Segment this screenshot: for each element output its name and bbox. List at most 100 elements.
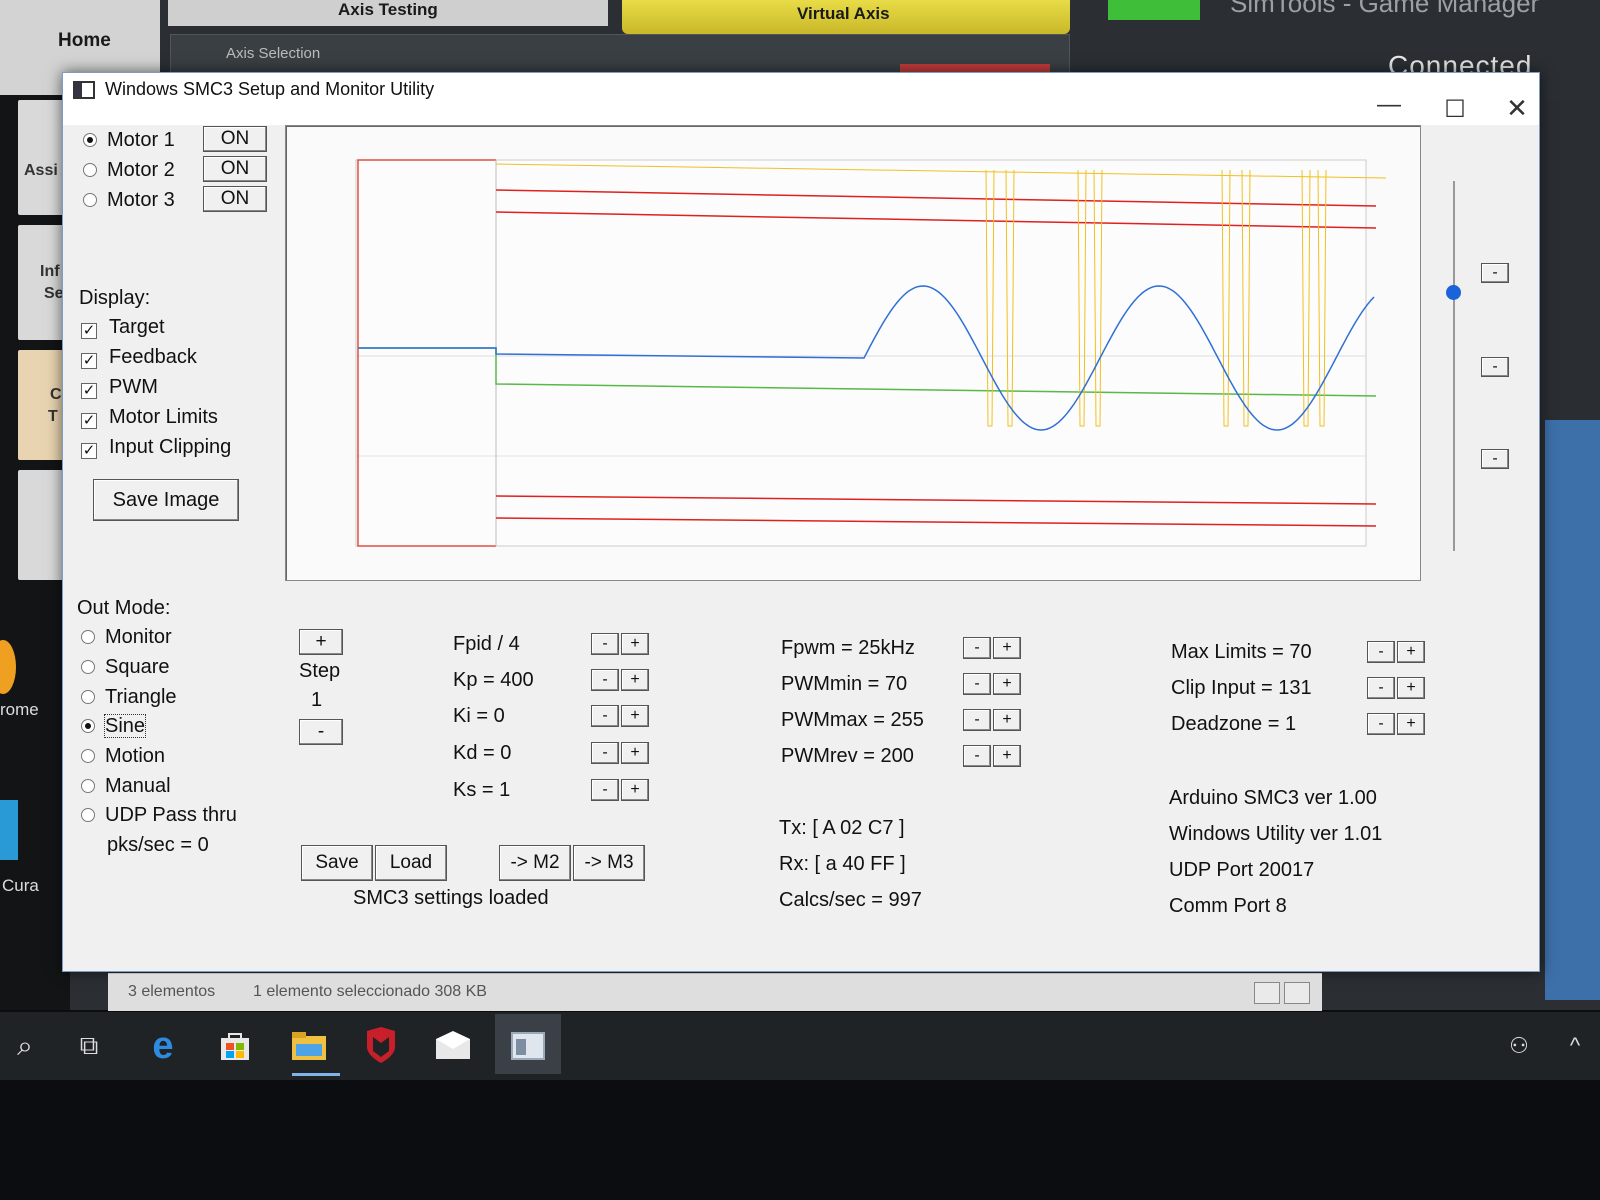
position-slider-track[interactable] <box>1453 181 1455 551</box>
save-settings-button[interactable]: Save <box>301 845 373 881</box>
pwm-rev-increase-button[interactable]: + <box>993 745 1021 767</box>
out-mode-udp-radio[interactable]: UDP Pass thru <box>81 804 237 827</box>
task-view-icon[interactable]: ⧉ <box>64 1018 114 1074</box>
motor-1-on-button[interactable]: ON <box>203 126 267 152</box>
pwm-min-decrease-button[interactable]: - <box>963 673 991 695</box>
background-app-title: SimTools - Game Manager <box>1230 0 1540 18</box>
large-icons-view-icon[interactable] <box>1284 982 1310 1004</box>
deadzone-increase-button[interactable]: + <box>1397 713 1425 735</box>
step-plus-button[interactable]: + <box>299 629 343 655</box>
fpid-decrease-button[interactable]: - <box>591 633 619 655</box>
minimize-button[interactable]: — <box>1369 91 1409 119</box>
background-tab-axis-testing[interactable]: Axis Testing <box>168 0 608 26</box>
motor-2-radio[interactable]: Motor 2 <box>83 159 175 182</box>
fpid-increase-button[interactable]: + <box>621 633 649 655</box>
mail-icon[interactable] <box>428 1018 478 1074</box>
motor-2-on-button[interactable]: ON <box>203 156 267 182</box>
slider-minus-button-3[interactable]: - <box>1481 449 1509 469</box>
copy-to-m3-button[interactable]: -> M3 <box>573 845 645 881</box>
out-mode-manual-radio[interactable]: Manual <box>81 775 171 798</box>
display-motor-limits-checkbox[interactable]: ✓ Motor Limits <box>81 406 218 429</box>
fpwm-increase-button[interactable]: + <box>993 637 1021 659</box>
search-icon[interactable]: ⌕ <box>0 1018 50 1074</box>
out-mode-square-radio[interactable]: Square <box>81 656 170 679</box>
display-feedback-checkbox[interactable]: ✓ Feedback <box>81 346 197 369</box>
monitor-graph-canvas <box>355 159 1387 547</box>
background-right-panel-dark <box>1545 100 1600 420</box>
deadzone-decrease-button[interactable]: - <box>1367 713 1395 735</box>
clip-input-decrease-button[interactable]: - <box>1367 677 1395 699</box>
background-label: C <box>50 386 62 403</box>
out-mode-monitor-radio[interactable]: Monitor <box>81 626 172 649</box>
radio-label: Square <box>105 656 170 678</box>
radio-label: Sine <box>103 714 147 738</box>
slider-minus-button-1[interactable]: - <box>1481 263 1509 283</box>
out-mode-sine-radio[interactable]: Sine <box>81 714 147 738</box>
tx-readout: Tx: [ A 02 C7 ] <box>779 817 905 839</box>
radio-indicator <box>83 133 97 147</box>
checkbox-checked-icon: ✓ <box>81 412 97 429</box>
close-button[interactable]: ✕ <box>1497 93 1537 124</box>
axis-selection-label: Axis Selection <box>226 45 321 62</box>
mcafee-icon[interactable] <box>356 1018 406 1074</box>
position-slider-thumb[interactable] <box>1446 285 1461 300</box>
maximize-button[interactable]: ☐ <box>1435 95 1475 124</box>
load-settings-button[interactable]: Load <box>375 845 447 881</box>
display-target-checkbox[interactable]: ✓ Target <box>81 316 165 339</box>
checkbox-label: Input Clipping <box>109 436 232 458</box>
show-hidden-icons-chevron-icon[interactable]: ^ <box>1550 1018 1600 1074</box>
display-pwm-checkbox[interactable]: ✓ PWM <box>81 376 158 399</box>
desktop-label-chrome: rome <box>0 700 39 719</box>
max-limits-decrease-button[interactable]: - <box>1367 641 1395 663</box>
clip-input-increase-button[interactable]: + <box>1397 677 1425 699</box>
pwm-max-decrease-button[interactable]: - <box>963 709 991 731</box>
edge-icon[interactable]: e <box>138 1018 188 1074</box>
ks-decrease-button[interactable]: - <box>591 779 619 801</box>
pwm-min-increase-button[interactable]: + <box>993 673 1021 695</box>
ki-increase-button[interactable]: + <box>621 705 649 727</box>
settings-status-message: SMC3 settings loaded <box>353 887 549 909</box>
background-tab-virtual-axis[interactable]: Virtual Axis <box>622 0 1070 34</box>
checkbox-label: Feedback <box>109 346 197 368</box>
kd-increase-button[interactable]: + <box>621 742 649 764</box>
radio-label: Motion <box>105 745 166 767</box>
kp-increase-button[interactable]: + <box>621 669 649 691</box>
radio-indicator <box>83 163 97 177</box>
file-explorer-icon[interactable] <box>284 1018 334 1074</box>
pwm-rev-decrease-button[interactable]: - <box>963 745 991 767</box>
clip-input-value: Clip Input = 131 <box>1171 677 1312 699</box>
background-label: Inf <box>40 263 60 280</box>
background-green-button[interactable] <box>1108 0 1200 20</box>
store-icon[interactable] <box>210 1018 260 1074</box>
kp-decrease-button[interactable]: - <box>591 669 619 691</box>
ks-increase-button[interactable]: + <box>621 779 649 801</box>
monitor-graph <box>285 125 1421 581</box>
out-mode-triangle-radio[interactable]: Triangle <box>81 686 177 709</box>
pwm-max-increase-button[interactable]: + <box>993 709 1021 731</box>
title-bar[interactable]: Windows SMC3 Setup and Monitor Utility —… <box>63 73 1539 125</box>
step-label: Step <box>299 660 341 682</box>
motor-3-on-button[interactable]: ON <box>203 186 267 212</box>
fpwm-decrease-button[interactable]: - <box>963 637 991 659</box>
save-image-button[interactable]: Save Image <box>93 479 239 521</box>
background-label: Assi <box>24 162 58 179</box>
out-mode-header: Out Mode: <box>77 597 171 619</box>
details-view-icon[interactable] <box>1254 982 1280 1004</box>
motor-3-radio[interactable]: Motor 3 <box>83 189 175 212</box>
max-limits-increase-button[interactable]: + <box>1397 641 1425 663</box>
step-minus-button[interactable]: - <box>299 719 343 745</box>
ki-decrease-button[interactable]: - <box>591 705 619 727</box>
comm-port: Comm Port 8 <box>1169 895 1287 917</box>
smc3-window: Windows SMC3 Setup and Monitor Utility —… <box>62 72 1540 972</box>
slider-minus-button-2[interactable]: - <box>1481 357 1509 377</box>
tab-label: Axis Testing <box>338 0 438 19</box>
display-input-clipping-checkbox[interactable]: ✓ Input Clipping <box>81 436 231 459</box>
kd-decrease-button[interactable]: - <box>591 742 619 764</box>
out-mode-motion-radio[interactable]: Motion <box>81 745 165 768</box>
people-icon[interactable]: ⚇ <box>1494 1018 1544 1074</box>
radio-label: Triangle <box>105 686 177 708</box>
smc3-app-icon[interactable] <box>503 1018 553 1074</box>
copy-to-m2-button[interactable]: -> M2 <box>499 845 571 881</box>
taskbar-active-indicator <box>292 1073 340 1076</box>
motor-1-radio[interactable]: Motor 1 <box>83 129 175 152</box>
